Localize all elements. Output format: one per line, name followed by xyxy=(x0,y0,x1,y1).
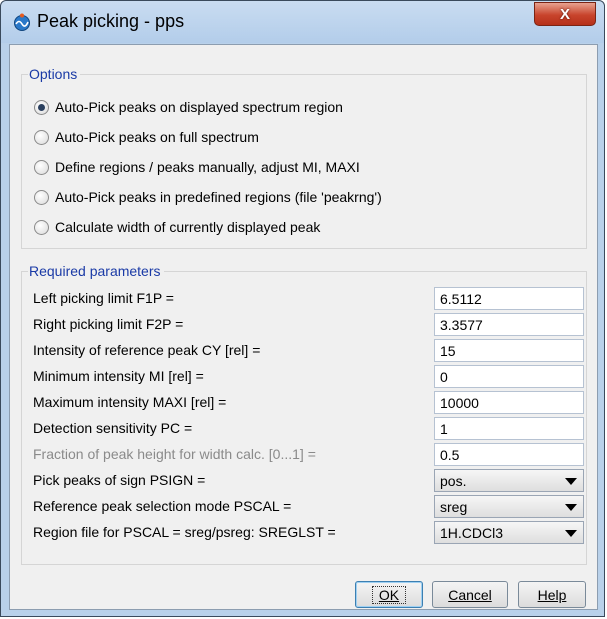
sreglst-select[interactable]: 1H.CDCl3 xyxy=(434,521,584,544)
title-bar[interactable]: Peak picking - pps X xyxy=(1,1,604,43)
radio-button[interactable] xyxy=(34,189,49,205)
option-label: Auto-Pick peaks in predefined regions (f… xyxy=(55,189,382,205)
options-group: Options Auto-Pick peaks on displayed spe… xyxy=(21,66,587,249)
radio-button[interactable] xyxy=(34,159,49,175)
option-predefined-regions[interactable]: Auto-Pick peaks in predefined regions (f… xyxy=(34,186,382,208)
option-auto-pick-displayed[interactable]: Auto-Pick peaks on displayed spectrum re… xyxy=(34,96,343,118)
mi-input[interactable]: 0 xyxy=(434,365,584,388)
param-row-pc: Detection sensitivity PC = 1 xyxy=(22,417,588,440)
cy-input[interactable]: 15 xyxy=(434,339,584,362)
param-label: Maximum intensity MAXI [rel] = xyxy=(33,394,227,410)
app-icon xyxy=(14,13,30,31)
option-label: Calculate width of currently displayed p… xyxy=(55,219,321,235)
cancel-button[interactable]: Cancel xyxy=(432,581,508,608)
param-label: Left picking limit F1P = xyxy=(33,290,174,306)
select-value: 1H.CDCl3 xyxy=(440,525,504,541)
parameters-legend: Required parameters xyxy=(28,263,164,279)
help-label: Help xyxy=(537,586,567,603)
select-value: sreg xyxy=(440,499,468,515)
param-row-sreglst: Region file for PSCAL = sreg/psreg: SREG… xyxy=(22,521,588,544)
option-auto-pick-full[interactable]: Auto-Pick peaks on full spectrum xyxy=(34,126,259,148)
radio-button[interactable] xyxy=(34,219,49,235)
dropdown-arrow-icon xyxy=(565,504,577,511)
param-label: Right picking limit F2P = xyxy=(33,316,184,332)
ok-label: OK xyxy=(371,585,407,604)
f1p-input[interactable]: 6.5112 xyxy=(434,287,584,310)
option-calc-width[interactable]: Calculate width of currently displayed p… xyxy=(34,216,320,238)
select-value: pos. xyxy=(440,473,467,489)
option-label: Auto-Pick peaks on full spectrum xyxy=(55,129,259,145)
ok-button[interactable]: OK xyxy=(355,581,423,608)
option-label: Auto-Pick peaks on displayed spectrum re… xyxy=(55,99,343,115)
pc-input[interactable]: 1 xyxy=(434,417,584,440)
param-row-maxi: Maximum intensity MAXI [rel] = 10000 xyxy=(22,391,588,414)
param-row-cy: Intensity of reference peak CY [rel] = 1… xyxy=(22,339,588,362)
param-label: Fraction of peak height for width calc. … xyxy=(33,446,316,462)
option-label: Define regions / peaks manually, adjust … xyxy=(55,159,360,175)
param-label: Region file for PSCAL = sreg/psreg: SREG… xyxy=(33,524,336,540)
param-label: Minimum intensity MI [rel] = xyxy=(33,368,204,384)
param-row-pscal: Reference peak selection mode PSCAL = sr… xyxy=(22,495,588,518)
param-row-width-fraction: Fraction of peak height for width calc. … xyxy=(22,443,588,466)
dialog-body: Options Auto-Pick peaks on displayed spe… xyxy=(9,44,598,610)
param-row-psign: Pick peaks of sign PSIGN = pos. xyxy=(22,469,588,492)
param-label: Reference peak selection mode PSCAL = xyxy=(33,498,292,514)
psign-select[interactable]: pos. xyxy=(434,469,584,492)
required-parameters-group: Required parameters Left picking limit F… xyxy=(21,263,588,565)
option-define-manually[interactable]: Define regions / peaks manually, adjust … xyxy=(34,156,360,178)
window-title: Peak picking - pps xyxy=(37,11,185,31)
param-label: Detection sensitivity PC = xyxy=(33,420,193,436)
maxi-input[interactable]: 10000 xyxy=(434,391,584,414)
pscal-select[interactable]: sreg xyxy=(434,495,584,518)
width-fraction-input[interactable]: 0.5 xyxy=(434,443,584,466)
dropdown-arrow-icon xyxy=(565,478,577,485)
f2p-input[interactable]: 3.3577 xyxy=(434,313,584,336)
param-row-f2p: Right picking limit F2P = 3.3577 xyxy=(22,313,588,336)
help-button[interactable]: Help xyxy=(518,581,586,608)
param-row-f1p: Left picking limit F1P = 6.5112 xyxy=(22,287,588,310)
close-button[interactable]: X xyxy=(534,2,596,26)
param-row-mi: Minimum intensity MI [rel] = 0 xyxy=(22,365,588,388)
radio-button-checked[interactable] xyxy=(34,99,49,115)
param-label: Intensity of reference peak CY [rel] = xyxy=(33,342,261,358)
radio-button[interactable] xyxy=(34,129,49,145)
param-label: Pick peaks of sign PSIGN = xyxy=(33,472,206,488)
dialog-window: Peak picking - pps X Options Auto-Pick p… xyxy=(0,0,605,617)
close-icon: X xyxy=(559,5,570,23)
dropdown-arrow-icon xyxy=(565,530,577,537)
options-legend: Options xyxy=(28,66,81,82)
cancel-label: Cancel xyxy=(448,586,492,603)
